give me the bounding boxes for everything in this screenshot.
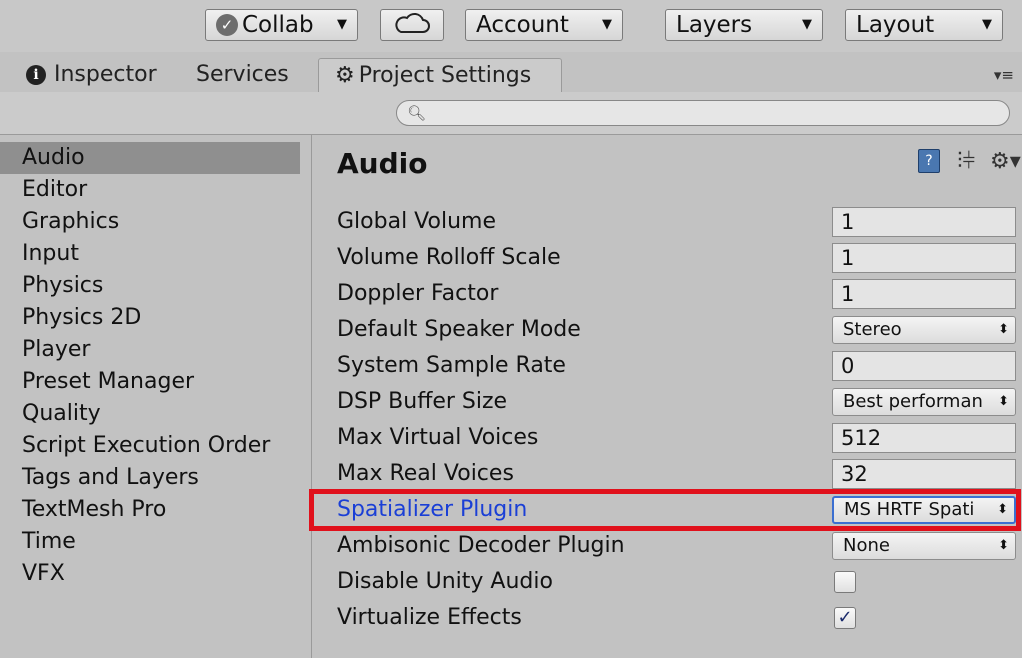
default-speaker-mode-dropdown[interactable]: Stereo ⬍ — [832, 316, 1016, 344]
sidebar-item-tags-and-layers[interactable]: Tags and Layers — [0, 462, 300, 494]
search-bar: 🔍︎ — [0, 92, 1022, 135]
tab-services[interactable]: Services — [196, 58, 289, 92]
chevron-down-icon: ▼ — [982, 17, 992, 32]
layout-dropdown[interactable]: Layout ▼ — [845, 9, 1003, 41]
sidebar-item-physics[interactable]: Physics — [0, 270, 300, 302]
max-virtual-voices-label: Max Virtual Voices — [337, 425, 539, 450]
max-real-voices-field[interactable]: 32 — [832, 459, 1016, 489]
account-label: Account — [476, 12, 569, 38]
sidebar-item-player[interactable]: Player — [0, 334, 300, 366]
doppler-factor-field[interactable]: 1 — [832, 279, 1016, 309]
system-sample-rate-field[interactable]: 0 — [832, 351, 1016, 381]
dropdown-arrows-icon: ⬍ — [998, 317, 1009, 343]
layers-label: Layers — [676, 12, 753, 38]
max-virtual-voices-field[interactable]: 512 — [832, 423, 1016, 453]
max-real-voices-label: Max Real Voices — [337, 461, 514, 486]
page-title: Audio — [337, 147, 428, 180]
settings-sidebar: Audio Editor Graphics Input Physics Phys… — [0, 135, 312, 658]
checkmark-icon: ✓ — [837, 607, 853, 628]
tab-bar: i Inspector Services ⚙ Project Settings — [0, 52, 1022, 92]
sidebar-item-editor[interactable]: Editor — [0, 174, 300, 206]
global-volume-label: Global Volume — [337, 209, 496, 234]
check-circle-icon: ✓ — [216, 14, 238, 36]
sidebar-item-audio[interactable]: Audio — [0, 142, 300, 174]
dropdown-arrows-icon: ⬍ — [998, 533, 1009, 559]
spatializer-highlight-box — [309, 489, 1021, 531]
cloud-icon — [395, 13, 430, 33]
tab-inspector[interactable]: i Inspector — [26, 58, 157, 92]
dsp-buffer-size-value: Best performan — [843, 391, 983, 412]
settings-gear-icon[interactable]: ⚙▾ — [990, 149, 1021, 174]
sidebar-item-input[interactable]: Input — [0, 238, 300, 270]
virtualize-effects-label: Virtualize Effects — [337, 605, 522, 630]
tab-project-settings-label: Project Settings — [358, 63, 532, 88]
sidebar-item-script-execution-order[interactable]: Script Execution Order — [0, 430, 300, 462]
collab-label: Collab — [242, 12, 314, 38]
chevron-down-icon: ▼ — [602, 17, 612, 32]
main-toolbar: ✓ Collab ▼ Account ▼ Layers ▼ Layout ▼ — [0, 0, 1022, 52]
virtualize-effects-checkbox[interactable]: ✓ — [834, 607, 856, 629]
tab-menu-icon[interactable]: ▾≡ — [994, 66, 1014, 84]
sidebar-item-vfx[interactable]: VFX — [0, 558, 300, 590]
doppler-factor-label: Doppler Factor — [337, 281, 499, 306]
audio-settings-panel: Audio ? ⫶⫩ ⚙▾ Global Volume 1 Volume Rol… — [312, 135, 1022, 658]
sidebar-item-preset-manager[interactable]: Preset Manager — [0, 366, 300, 398]
default-speaker-mode-value: Stereo — [843, 319, 902, 340]
ambisonic-decoder-plugin-label: Ambisonic Decoder Plugin — [337, 533, 625, 558]
sidebar-item-graphics[interactable]: Graphics — [0, 206, 300, 238]
collab-button[interactable]: ✓ Collab ▼ — [205, 9, 358, 41]
chevron-down-icon: ▼ — [337, 17, 347, 32]
search-icon: 🔍︎ — [407, 104, 427, 122]
chevron-down-icon: ▼ — [802, 17, 812, 32]
layers-dropdown[interactable]: Layers ▼ — [665, 9, 823, 41]
sidebar-item-textmesh-pro[interactable]: TextMesh Pro — [0, 494, 300, 526]
default-speaker-mode-label: Default Speaker Mode — [337, 317, 581, 342]
disable-unity-audio-checkbox[interactable] — [834, 571, 856, 593]
preset-sliders-icon[interactable]: ⫶⫩ — [957, 149, 975, 174]
system-sample-rate-label: System Sample Rate — [337, 353, 566, 378]
sidebar-item-quality[interactable]: Quality — [0, 398, 300, 430]
volume-rolloff-scale-label: Volume Rolloff Scale — [337, 245, 561, 270]
ambisonic-decoder-plugin-value: None — [843, 535, 890, 556]
layout-label: Layout — [856, 12, 935, 38]
help-book-icon[interactable]: ? — [918, 149, 940, 173]
global-volume-field[interactable]: 1 — [832, 207, 1016, 237]
info-icon: i — [26, 65, 46, 85]
tab-project-settings[interactable]: ⚙ Project Settings — [318, 58, 562, 92]
dsp-buffer-size-dropdown[interactable]: Best performan ⬍ — [832, 388, 1016, 416]
search-input[interactable]: 🔍︎ — [396, 100, 1010, 126]
dropdown-arrows-icon: ⬍ — [998, 389, 1009, 415]
disable-unity-audio-label: Disable Unity Audio — [337, 569, 553, 594]
tab-inspector-label: Inspector — [54, 62, 157, 87]
tab-services-label: Services — [196, 62, 289, 87]
cloud-button[interactable] — [380, 9, 444, 41]
sidebar-item-physics-2d[interactable]: Physics 2D — [0, 302, 300, 334]
ambisonic-decoder-plugin-dropdown[interactable]: None ⬍ — [832, 532, 1016, 560]
account-dropdown[interactable]: Account ▼ — [465, 9, 623, 41]
dsp-buffer-size-label: DSP Buffer Size — [337, 389, 508, 414]
sidebar-item-time[interactable]: Time — [0, 526, 300, 558]
gear-icon: ⚙ — [335, 63, 355, 88]
volume-rolloff-scale-field[interactable]: 1 — [832, 243, 1016, 273]
